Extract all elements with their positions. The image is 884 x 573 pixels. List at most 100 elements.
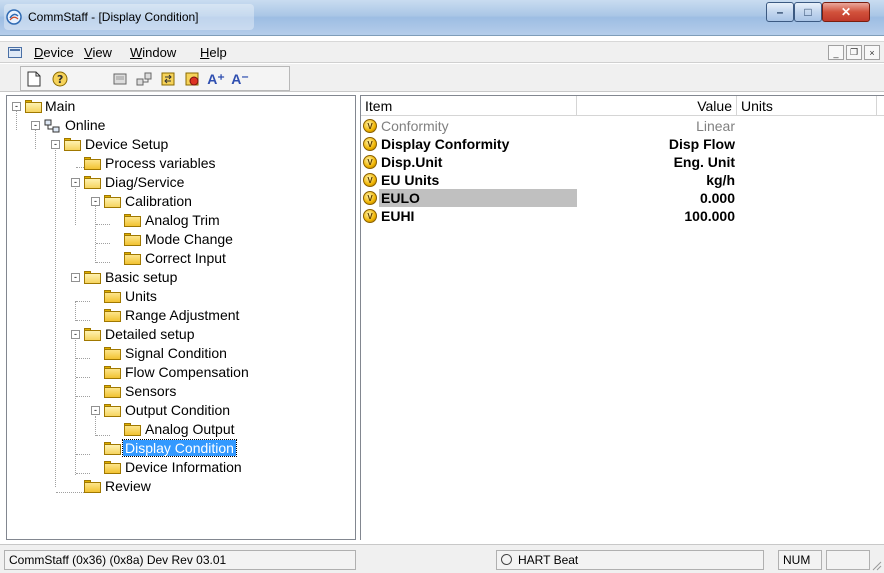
font-increase-icon[interactable]: A⁺: [207, 70, 225, 88]
mdi-close-button[interactable]: ×: [864, 45, 880, 60]
tree-node-label: Flow Compensation: [125, 364, 249, 380]
column-header-item[interactable]: Item: [361, 96, 577, 116]
menu-help[interactable]: Help: [200, 45, 227, 60]
tree-node-label: Units: [125, 288, 157, 304]
tree-connector: [76, 377, 90, 378]
folder-open-icon: [84, 271, 101, 284]
variable-icon: V: [363, 155, 377, 169]
menu-bar: Device View Window Help _ ❐ ×: [0, 41, 884, 63]
tree-node-label: Output Condition: [125, 402, 231, 418]
folder-open-icon: [104, 404, 121, 417]
folder-icon: [84, 480, 101, 493]
item-name: Disp.Unit: [381, 154, 443, 170]
folder-icon: [104, 366, 121, 379]
collapse-toggle[interactable]: -: [71, 330, 80, 339]
variable-icon: V: [363, 173, 377, 187]
commstaff-app-icon[interactable]: [6, 9, 22, 25]
folder-icon: [104, 309, 121, 322]
tree-node-label: Correct Input: [145, 250, 226, 266]
hart-beat-label: HART Beat: [518, 553, 579, 567]
tree-connector: [96, 262, 110, 263]
tree-connector: [75, 186, 76, 225]
mdi-restore-button[interactable]: ❐: [846, 45, 862, 60]
hart-beat-indicator-icon: [501, 554, 512, 565]
parameter-list[interactable]: Item Value Units V Conformity Linear V D…: [360, 95, 884, 540]
folder-icon: [104, 347, 121, 360]
item-value: 100.000: [684, 208, 735, 224]
item-name: Display Conformity: [381, 136, 510, 152]
variable-icon: V: [363, 119, 377, 133]
record-icon[interactable]: [183, 70, 201, 88]
mdi-minimize-button[interactable]: _: [828, 45, 844, 60]
tree-node-label: Signal Condition: [125, 345, 227, 361]
font-decrease-icon[interactable]: A⁻: [231, 70, 249, 88]
close-button[interactable]: ✕: [822, 2, 870, 22]
tree-connector: [76, 473, 90, 474]
folder-icon: [104, 290, 121, 303]
item-value: 0.000: [699, 190, 735, 206]
window-title: CommStaff - [Display Condition]: [28, 10, 199, 24]
tree-node-label: Main: [45, 98, 76, 114]
document-window-icon[interactable]: [8, 47, 22, 58]
network-device-icon: [44, 119, 60, 133]
folder-open-icon: [84, 176, 101, 189]
help-icon[interactable]: ?: [51, 70, 69, 88]
tree-node-label: Basic setup: [105, 269, 178, 285]
network-icon[interactable]: [135, 70, 153, 88]
folder-open-icon: [64, 138, 81, 151]
tree-connector: [75, 301, 76, 321]
device-icon[interactable]: [111, 70, 129, 88]
menu-device[interactable]: Device: [34, 45, 74, 60]
list-row-eulo[interactable]: V EULO 0.000: [361, 189, 884, 207]
folder-open-icon: [84, 328, 101, 341]
collapse-toggle[interactable]: -: [31, 121, 40, 130]
tree-node-label-selected: Display Condition: [122, 439, 237, 457]
new-icon[interactable]: [25, 70, 43, 88]
list-row-euhi[interactable]: V EUHI 100.000: [361, 207, 884, 225]
status-spacer: [356, 550, 492, 570]
item-value: Eng. Unit: [673, 154, 735, 170]
menu-window[interactable]: Window: [130, 45, 176, 60]
title-bar: CommStaff - [Display Condition] – □ ✕: [0, 0, 884, 36]
collapse-toggle[interactable]: -: [51, 140, 60, 149]
collapse-toggle[interactable]: -: [91, 197, 100, 206]
tree-connector: [55, 148, 56, 487]
tree-node-label: Detailed setup: [105, 326, 195, 342]
navigation-tree[interactable]: - Main - Online - Device Setup Process v…: [6, 95, 356, 540]
column-header-units[interactable]: Units: [737, 96, 877, 116]
tree-node-label: Range Adjustment: [125, 307, 240, 323]
tree-connector: [16, 110, 17, 130]
tree-connector: [95, 416, 96, 436]
collapse-toggle[interactable]: -: [71, 273, 80, 282]
tree-node-label: Review: [105, 478, 151, 494]
item-value: Disp Flow: [668, 136, 735, 152]
tree-connector: [96, 224, 110, 225]
minimize-button[interactable]: –: [766, 2, 794, 22]
item-value: Linear: [696, 118, 735, 134]
list-row-display-conformity[interactable]: V Display Conformity Disp Flow: [361, 135, 884, 153]
collapse-toggle[interactable]: -: [12, 102, 21, 111]
list-row-eu-units[interactable]: V EU Units kg/h: [361, 171, 884, 189]
tree-node-label: Device Information: [125, 459, 242, 475]
resize-grip-icon[interactable]: [870, 559, 882, 571]
status-num-lock: NUM: [778, 550, 822, 570]
tree-connector: [96, 243, 110, 244]
status-empty-panel: [826, 550, 870, 570]
tree-connector: [95, 205, 96, 263]
menu-view[interactable]: View: [84, 45, 112, 60]
svg-text:?: ?: [57, 73, 63, 86]
item-value: kg/h: [706, 172, 735, 188]
tree-connector: [96, 435, 110, 436]
transfer-icon[interactable]: [159, 70, 177, 88]
collapse-toggle[interactable]: -: [71, 178, 80, 187]
collapse-toggle[interactable]: -: [91, 406, 100, 415]
column-header-value[interactable]: Value: [577, 96, 737, 116]
tree-node-label: Device Setup: [85, 136, 169, 152]
maximize-button[interactable]: □: [794, 2, 822, 22]
item-name: Conformity: [381, 118, 449, 134]
variable-icon: V: [363, 191, 377, 205]
list-row-disp-unit[interactable]: V Disp.Unit Eng. Unit: [361, 153, 884, 171]
status-device-info: CommStaff (0x36) (0x8a) Dev Rev 03.01: [4, 550, 356, 570]
folder-icon: [124, 252, 141, 265]
list-row-conformity[interactable]: V Conformity Linear: [361, 117, 884, 135]
